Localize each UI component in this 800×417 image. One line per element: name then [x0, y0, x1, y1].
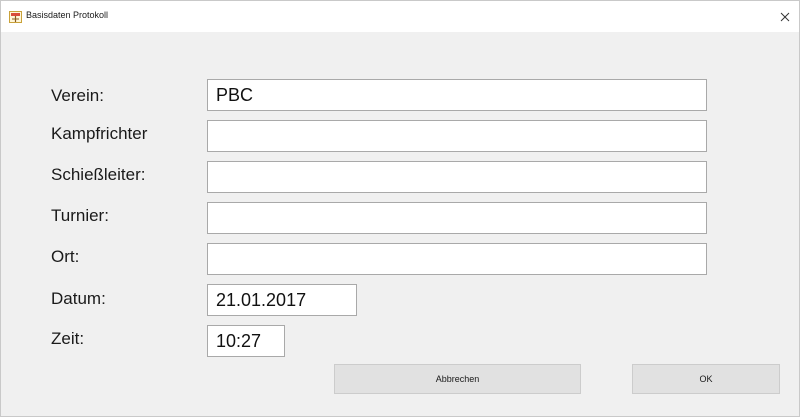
window-title: Basisdaten Protokoll	[26, 10, 109, 20]
ort-label: Ort:	[51, 247, 80, 266]
kampfrichter-field[interactable]	[207, 120, 707, 152]
ok-button[interactable]: OK	[632, 364, 780, 394]
verein-field[interactable]	[207, 79, 707, 111]
zeit-field[interactable]	[207, 325, 285, 357]
verein-label: Verein:	[51, 86, 104, 105]
title-bar: Basisdaten Protokoll	[1, 1, 799, 32]
dialog-window: Basisdaten Protokoll Verein: Kampfrichte…	[0, 0, 800, 417]
close-icon	[780, 12, 790, 21]
kampfrichter-label: Kampfrichter	[51, 124, 148, 143]
zeit-label: Zeit:	[51, 329, 85, 348]
turnier-label: Turnier:	[51, 206, 109, 225]
schiessleiter-label: Schießleiter:	[51, 165, 146, 184]
datum-label: Datum:	[51, 289, 106, 308]
schiessleiter-field[interactable]	[207, 161, 707, 193]
app-icon	[9, 10, 22, 23]
close-button[interactable]	[771, 1, 799, 32]
datum-field[interactable]	[207, 284, 357, 316]
turnier-field[interactable]	[207, 202, 707, 234]
cancel-button[interactable]: Abbrechen	[334, 364, 581, 394]
ort-field[interactable]	[207, 243, 707, 275]
